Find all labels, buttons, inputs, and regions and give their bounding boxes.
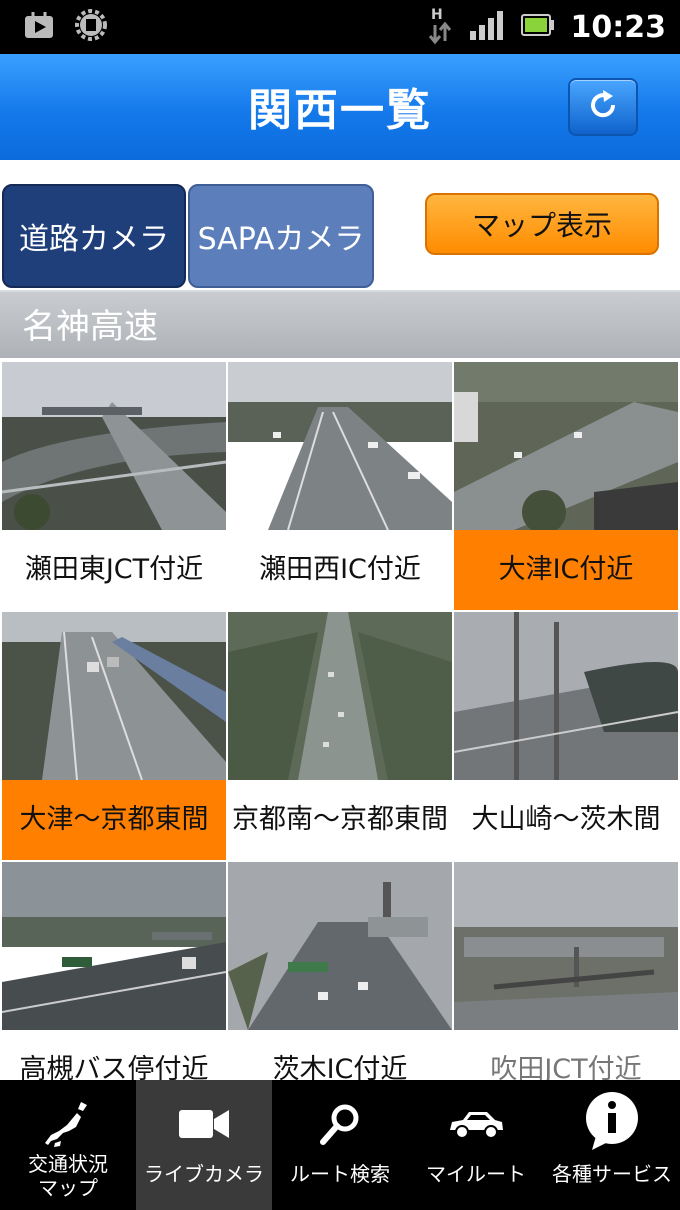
camera-thumbnail <box>228 362 452 530</box>
camera-label: 京都南～京都東間 <box>232 804 448 835</box>
camera-thumbnail <box>454 362 678 530</box>
camera-thumbnail <box>2 862 226 1030</box>
battery-icon <box>520 14 555 40</box>
video-camera-icon <box>136 1096 272 1152</box>
camera-label: 瀬田東JCT付近 <box>24 554 204 585</box>
play-store-icon <box>22 8 56 42</box>
car-icon <box>408 1096 544 1152</box>
camera-label: 瀬田西IC付近 <box>259 554 421 585</box>
tab-sapa-camera[interactable]: SAPAカメラ <box>188 184 374 288</box>
camera-type-tabs: 道路カメラ SAPAカメラ マップ表示 <box>0 160 680 290</box>
settings-gear-icon <box>74 8 108 42</box>
section-header: 名神高速 <box>0 290 680 358</box>
camera-thumbnail <box>2 612 226 780</box>
camera-thumbnail <box>2 362 226 530</box>
nav-traffic-map[interactable]: 交通状況 マップ <box>0 1080 136 1210</box>
refresh-icon <box>585 87 621 127</box>
nav-label: 各種サービス <box>552 1162 672 1186</box>
nav-live-camera[interactable]: ライブカメラ <box>136 1080 272 1210</box>
status-bar: H 10:23 <box>0 0 680 54</box>
svg-text:H: H <box>431 7 443 23</box>
tab-road-camera[interactable]: 道路カメラ <box>2 184 186 288</box>
map-view-button[interactable]: マップ表示 <box>425 193 659 255</box>
camera-thumbnail <box>454 862 678 1030</box>
nav-label: ルート検索 <box>290 1162 390 1186</box>
nav-route-search[interactable]: ルート検索 <box>272 1080 408 1210</box>
camera-label: 吹田JCT付近 <box>490 1054 642 1080</box>
magnifier-icon <box>272 1096 408 1152</box>
data-arrows-icon: H <box>427 5 453 49</box>
clock: 10:23 <box>570 9 667 45</box>
title-bar: 関西一覧 <box>0 54 680 160</box>
japan-map-icon <box>0 1096 136 1152</box>
camera-grid: 瀬田東JCT付近 瀬田西IC付近 大津IC付近 大津～京都東間 京都南～京都東間… <box>0 358 680 1080</box>
nav-label: 交通状況 マップ <box>28 1152 108 1200</box>
nav-label: マイルート <box>426 1162 526 1186</box>
info-icon <box>544 1088 680 1154</box>
camera-label: 高槻バス停付近 <box>19 1054 209 1080</box>
refresh-button[interactable] <box>568 78 638 136</box>
bottom-nav: 交通状況 マップ ライブカメラ ルート検索 マイルート 各種サービス <box>0 1080 680 1210</box>
camera-thumbnail <box>228 862 452 1030</box>
nav-label: ライブカメラ <box>144 1162 264 1186</box>
nav-services[interactable]: 各種サービス <box>544 1080 680 1210</box>
camera-label: 茨木IC付近 <box>272 1054 408 1080</box>
camera-label: 大津～京都東間 <box>2 780 226 860</box>
camera-label: 大山崎～茨木間 <box>471 804 661 835</box>
nav-my-route[interactable]: マイルート <box>408 1080 544 1210</box>
signal-icon <box>469 9 505 45</box>
camera-thumbnail <box>228 612 452 780</box>
camera-label: 大津IC付近 <box>454 530 678 610</box>
camera-thumbnail <box>454 612 678 780</box>
